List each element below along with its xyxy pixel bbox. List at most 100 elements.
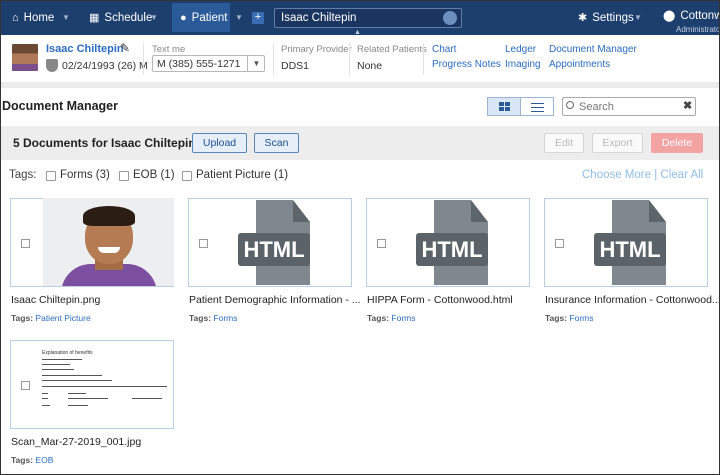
- grid-icon: [499, 102, 510, 112]
- chevron-down-icon[interactable]: ▼: [235, 0, 243, 35]
- document-tag[interactable]: Patient Picture: [35, 313, 90, 323]
- document-select-checkbox[interactable]: [199, 239, 208, 248]
- chevron-down-icon[interactable]: ▼: [150, 0, 158, 35]
- link-progress-notes[interactable]: Progress Notes: [432, 59, 501, 70]
- documents-count: 5 Documents for Isaac Chiltepin: [13, 136, 196, 150]
- nav-location[interactable]: ⬤ Cottonwood: [663, 0, 720, 22]
- nav-schedule[interactable]: ▦ Schedule: [89, 0, 152, 35]
- document-tag[interactable]: Forms: [391, 313, 415, 323]
- related-patients-label: Related Patients: [357, 44, 427, 55]
- calendar-icon: ▦: [89, 12, 100, 24]
- document-name[interactable]: Scan_Mar-27-2019_001.jpg: [11, 436, 141, 448]
- export-button[interactable]: Export: [592, 133, 643, 153]
- nav-settings[interactable]: ✱ Settings: [578, 0, 634, 35]
- nav-location-role: Administrator: [676, 25, 720, 34]
- document-name[interactable]: HIPPA Form - Cottonwood.html: [367, 294, 513, 306]
- html-badge: HTML: [594, 233, 666, 266]
- location-pin-icon: ⬤: [663, 10, 676, 22]
- edit-button[interactable]: Edit: [544, 133, 584, 153]
- divider: [349, 43, 350, 75]
- nav-patient[interactable]: ● Patient: [172, 3, 230, 32]
- tag-filter-eob[interactable]: EOB (1): [133, 169, 175, 181]
- document-tags: Tags: Forms: [189, 313, 238, 323]
- shield-icon: [46, 59, 58, 72]
- html-file-icon: HTML: [238, 200, 310, 285]
- avatar[interactable]: [12, 44, 38, 71]
- tag-filter-patient-picture[interactable]: Patient Picture (1): [196, 169, 288, 181]
- nav-location-label: Cottonwood: [680, 10, 720, 22]
- grid-view-button[interactable]: [487, 97, 521, 116]
- tags-prefix: Tags:: [189, 313, 212, 323]
- nav-home-label: Home: [23, 11, 55, 24]
- document-tags: Tags: Forms: [367, 313, 416, 323]
- tag-filter-checkbox-eob[interactable]: [119, 171, 129, 181]
- document-select-checkbox[interactable]: [377, 239, 386, 248]
- patient-header: Isaac Chiltepin ✎ 02/24/1993 (26) M Text…: [0, 35, 720, 82]
- patient-search-input[interactable]: [274, 8, 462, 28]
- document-select-checkbox[interactable]: [21, 239, 30, 248]
- link-chart[interactable]: Chart: [432, 44, 456, 55]
- document-tag[interactable]: EOB: [35, 455, 53, 465]
- html-file-icon: HTML: [416, 200, 488, 285]
- primary-provider-value: DDS1: [281, 60, 310, 72]
- nav-home[interactable]: ⌂ Home: [12, 0, 54, 35]
- search-icon: [566, 101, 574, 109]
- patient-dob: 02/24/1993 (26) M: [62, 60, 148, 72]
- tag-filter-checkbox-forms[interactable]: [46, 171, 56, 181]
- scan-button[interactable]: Scan: [254, 133, 299, 153]
- upload-button[interactable]: Upload: [192, 133, 247, 153]
- primary-provider-label: Primary Provider: [281, 44, 352, 55]
- related-patients-value: None: [357, 60, 383, 72]
- list-view-button[interactable]: [520, 97, 554, 116]
- document-select-checkbox[interactable]: [555, 239, 564, 248]
- nav-schedule-label: Schedule: [104, 11, 153, 24]
- home-icon: ⌂: [12, 11, 19, 24]
- html-badge: HTML: [416, 233, 488, 266]
- tags-prefix: Tags:: [367, 313, 390, 323]
- scan-thumbnail[interactable]: Explanation of benefits: [40, 349, 170, 417]
- page-title: Document Manager: [2, 99, 118, 113]
- document-name[interactable]: Isaac Chiltepin.png: [11, 294, 100, 306]
- link-ledger[interactable]: Ledger: [505, 44, 536, 55]
- patient-name[interactable]: Isaac Chiltepin: [46, 43, 124, 55]
- document-tags: Tags: EOB: [11, 455, 53, 465]
- user-icon: ●: [180, 11, 187, 24]
- tags-label: Tags:: [9, 169, 37, 181]
- pencil-icon[interactable]: ✎: [120, 41, 130, 55]
- document-name[interactable]: Patient Demographic Information - ...: [189, 294, 361, 306]
- nav-patient-label: Patient: [191, 11, 228, 24]
- list-icon: [531, 103, 544, 112]
- tags-prefix: Tags:: [11, 455, 34, 465]
- tag-filter-forms[interactable]: Forms (3): [60, 169, 110, 181]
- patient-lookup-icon[interactable]: [443, 11, 457, 25]
- document-tags: Tags: Patient Picture: [11, 313, 91, 323]
- document-tag[interactable]: Forms: [213, 313, 237, 323]
- nav-settings-label: Settings: [592, 11, 634, 24]
- patient-photo-thumbnail[interactable]: [43, 198, 174, 286]
- chevron-down-icon[interactable]: ▼: [634, 0, 642, 35]
- document-tags: Tags: Forms: [545, 313, 594, 323]
- link-document-manager[interactable]: Document Manager: [549, 44, 637, 55]
- clear-search-icon[interactable]: ✖: [683, 99, 692, 112]
- chevron-down-icon[interactable]: ▼: [62, 0, 70, 35]
- tag-filter-checkbox-patient-picture[interactable]: [182, 171, 192, 181]
- choose-more-clear-all-links[interactable]: Choose More | Clear All: [582, 169, 703, 181]
- gear-icon: ✱: [578, 12, 588, 24]
- link-imaging[interactable]: Imaging: [505, 59, 541, 70]
- text-me-label: Text me: [152, 44, 186, 55]
- header-divider: [0, 82, 720, 88]
- delete-button[interactable]: Delete: [651, 133, 703, 153]
- document-search-input[interactable]: [562, 97, 696, 116]
- document-select-checkbox[interactable]: [21, 381, 30, 390]
- add-patient-button[interactable]: +: [252, 12, 264, 24]
- scan-heading: Explanation of benefits: [42, 350, 93, 356]
- chevron-down-icon[interactable]: ▼: [247, 55, 265, 72]
- document-tag[interactable]: Forms: [569, 313, 593, 323]
- html-file-icon: HTML: [594, 200, 666, 285]
- html-badge: HTML: [238, 233, 310, 266]
- divider: [143, 43, 144, 75]
- document-name[interactable]: Insurance Information - Cottonwood...: [545, 294, 720, 306]
- link-appointments[interactable]: Appointments: [549, 59, 610, 70]
- top-nav: ⌂ Home ▼ ▦ Schedule ▼ ● Patient ▼ + ▲ ✱ …: [0, 0, 720, 36]
- tags-prefix: Tags:: [11, 313, 34, 323]
